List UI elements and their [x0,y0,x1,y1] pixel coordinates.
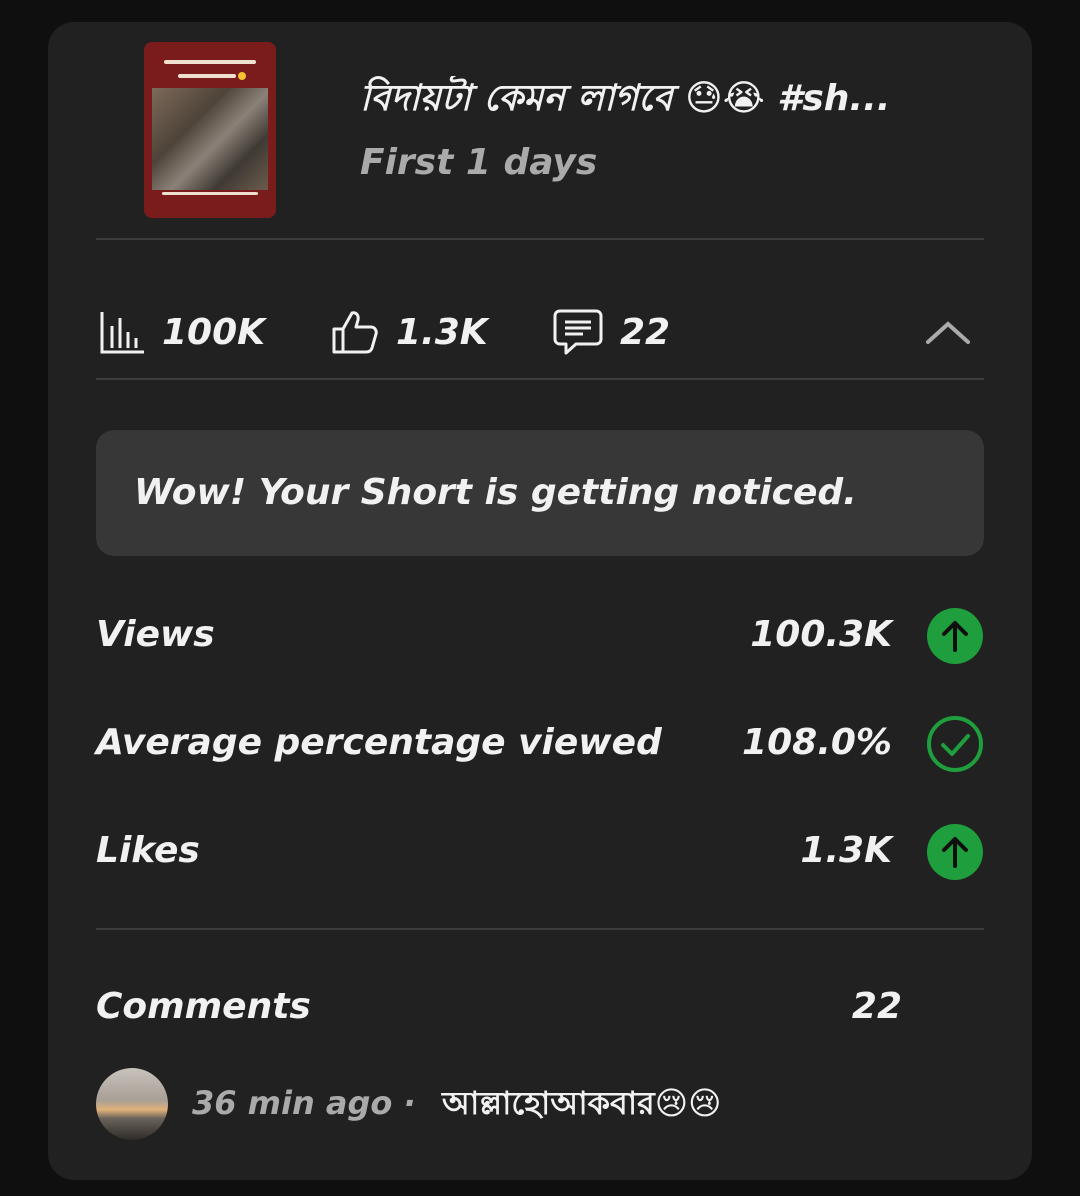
avatar[interactable] [96,1068,168,1140]
metric-label: Likes [96,830,200,871]
metric-row-likes[interactable]: Likes 1.3K [96,822,984,882]
metric-label: Views [96,614,215,655]
notice-banner: Wow! Your Short is getting noticed. [96,430,984,556]
comments-section-label: Comments [96,986,311,1027]
divider [96,928,984,930]
metric-value: 108.0% [742,722,892,763]
comments-stat: 22 [552,304,670,360]
likes-stat: 1.3K [330,304,488,360]
comment-icon [552,307,604,357]
thumbs-up-icon [330,307,380,357]
comment-item[interactable]: 36 min ago · আল্লাহোআকবার😢😢 [96,1068,984,1140]
metric-row-views[interactable]: Views 100.3K [96,606,984,666]
divider [96,238,984,240]
video-title[interactable]: বিদায়টা কেমন লাগবে 😓😭 #sh... [360,76,1010,122]
likes-count: 1.3K [396,311,488,353]
comments-section-count: 22 [851,986,902,1027]
divider [96,378,984,380]
views-stat: 100K [98,304,265,360]
bar-chart-icon [98,308,146,356]
check-circle-icon [926,715,984,777]
views-count: 100K [162,311,266,353]
arrow-up-circle-icon [926,823,984,885]
video-header[interactable]: বিদায়টা কেমন লাগবে 😓😭 #sh... First 1 da… [48,22,1032,240]
metric-value: 100.3K [750,614,892,655]
chevron-up-icon[interactable] [920,312,976,352]
metric-value: 1.3K [800,830,892,871]
arrow-up-circle-icon [926,607,984,669]
period-label: First 1 days [360,142,598,183]
notice-banner-text: Wow! Your Short is getting noticed. [134,472,857,513]
metric-row-avg-percentage[interactable]: Average percentage viewed 108.0% [96,714,984,774]
short-analytics-card: বিদায়টা কেমন লাগবে 😓😭 #sh... First 1 da… [48,22,1032,1180]
comment-text: আল্লাহোআকবার😢😢 [442,1084,722,1122]
video-thumbnail[interactable] [144,42,276,218]
comment-timestamp: 36 min ago · [192,1084,416,1122]
comments-count-summary: 22 [620,311,671,353]
stats-summary-row[interactable]: 100K 1.3K 22 [48,262,1032,402]
metric-label: Average percentage viewed [96,722,662,763]
